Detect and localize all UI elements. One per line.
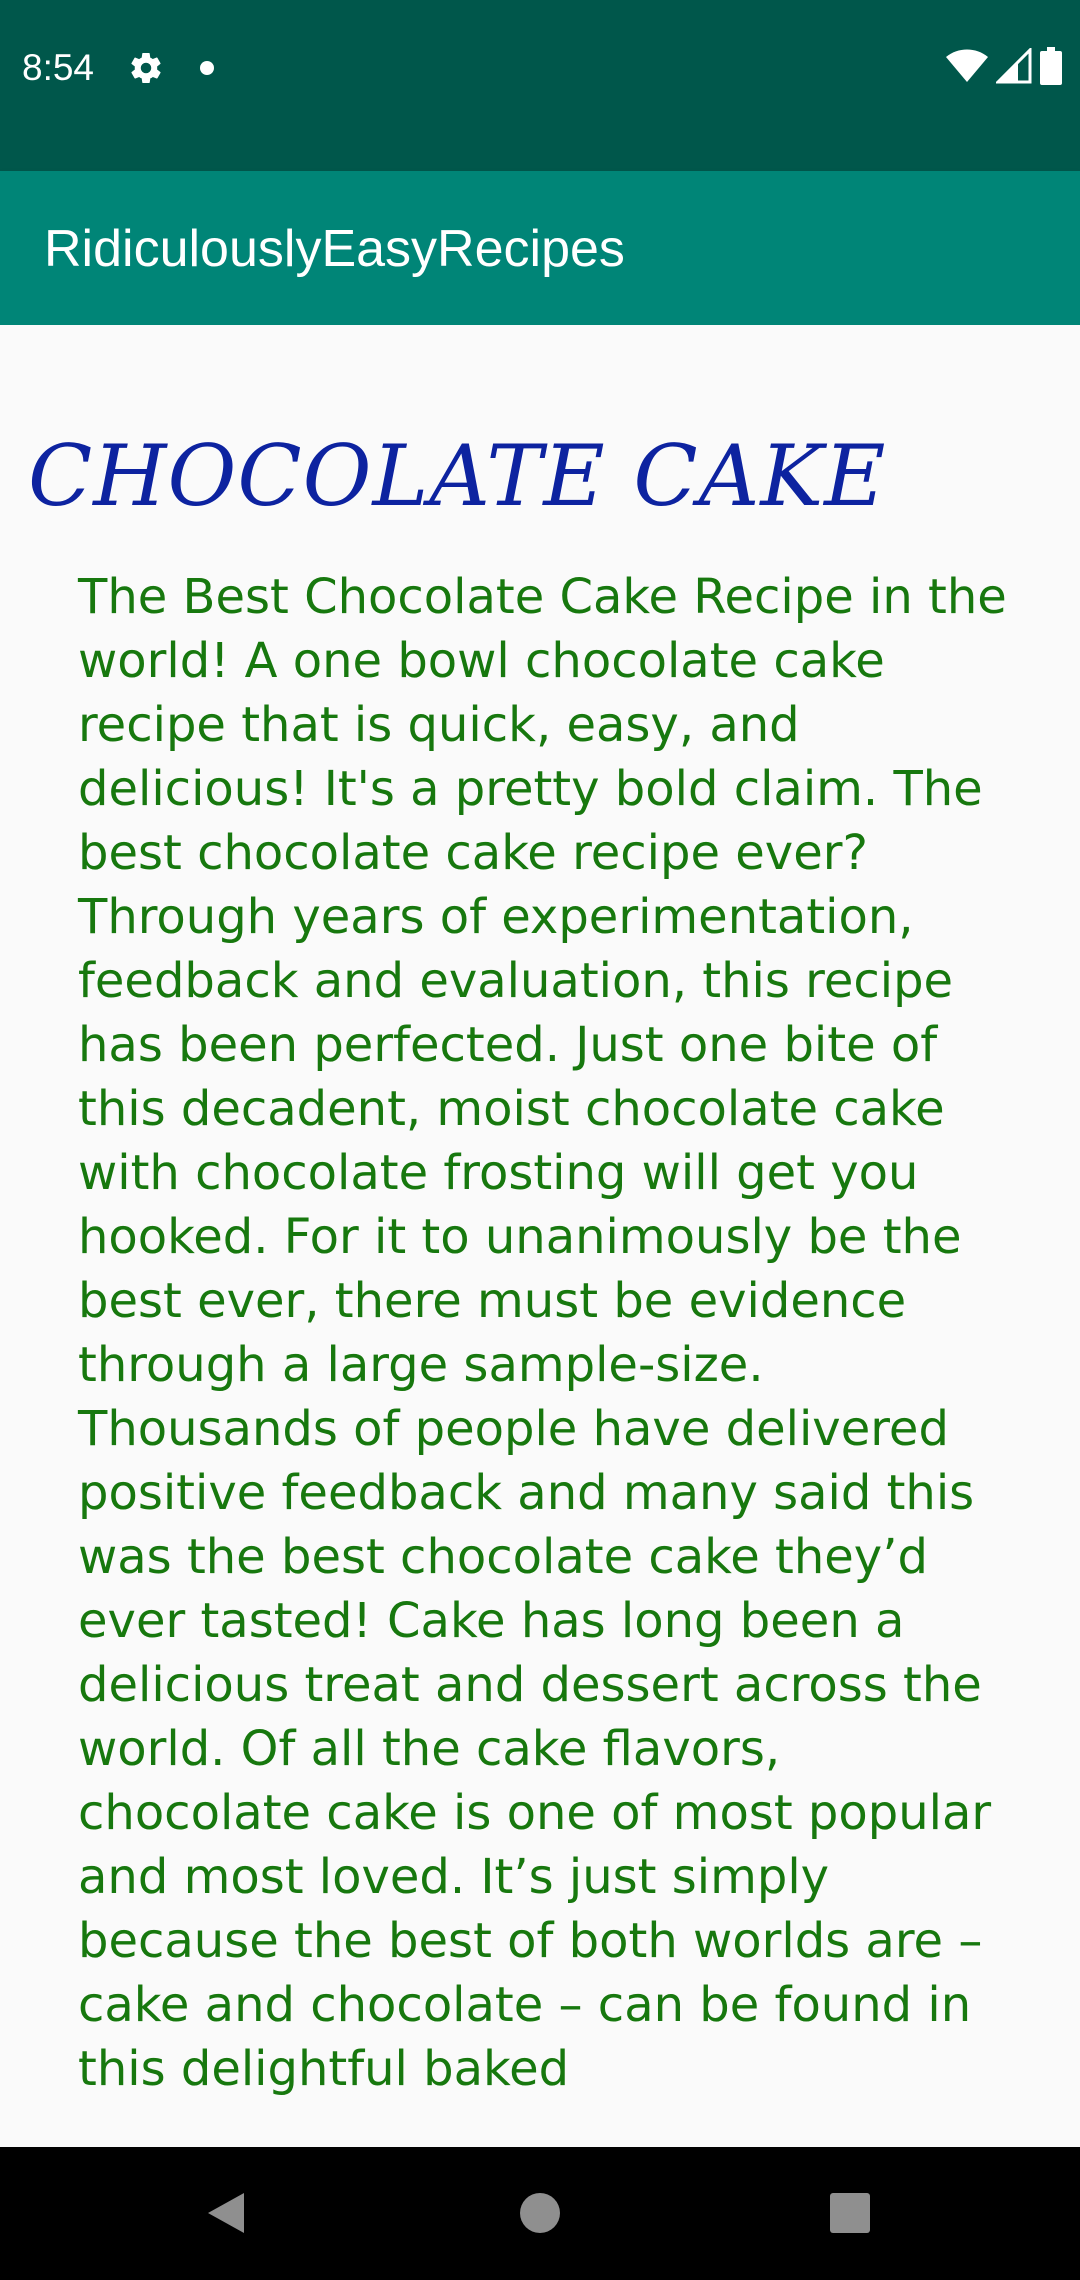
gear-icon xyxy=(128,50,164,86)
wifi-icon xyxy=(946,49,988,88)
app-bar: RidiculouslyEasyRecipes xyxy=(0,171,1080,325)
status-bar: 8:54 xyxy=(0,0,1080,171)
recipe-description: The Best Chocolate Cake Recipe in the wo… xyxy=(78,569,1007,2097)
status-time: 8:54 xyxy=(22,47,95,88)
recents-icon[interactable] xyxy=(818,2181,882,2245)
back-icon[interactable] xyxy=(194,2181,258,2245)
battery-icon xyxy=(1040,46,1062,90)
signal-icon xyxy=(994,45,1032,89)
notification-dot-icon xyxy=(200,61,214,75)
app-title: RidiculouslyEasyRecipes xyxy=(44,220,625,278)
recipe-title: CHOCOLATE CAKE xyxy=(28,427,887,525)
recipe-scroll-view[interactable]: CHOCOLATE CAKE The Best Chocolate Cake R… xyxy=(0,325,1080,2147)
navigation-bar xyxy=(0,2147,1080,2280)
status-indicators xyxy=(946,45,1062,90)
home-icon[interactable] xyxy=(508,2181,572,2245)
